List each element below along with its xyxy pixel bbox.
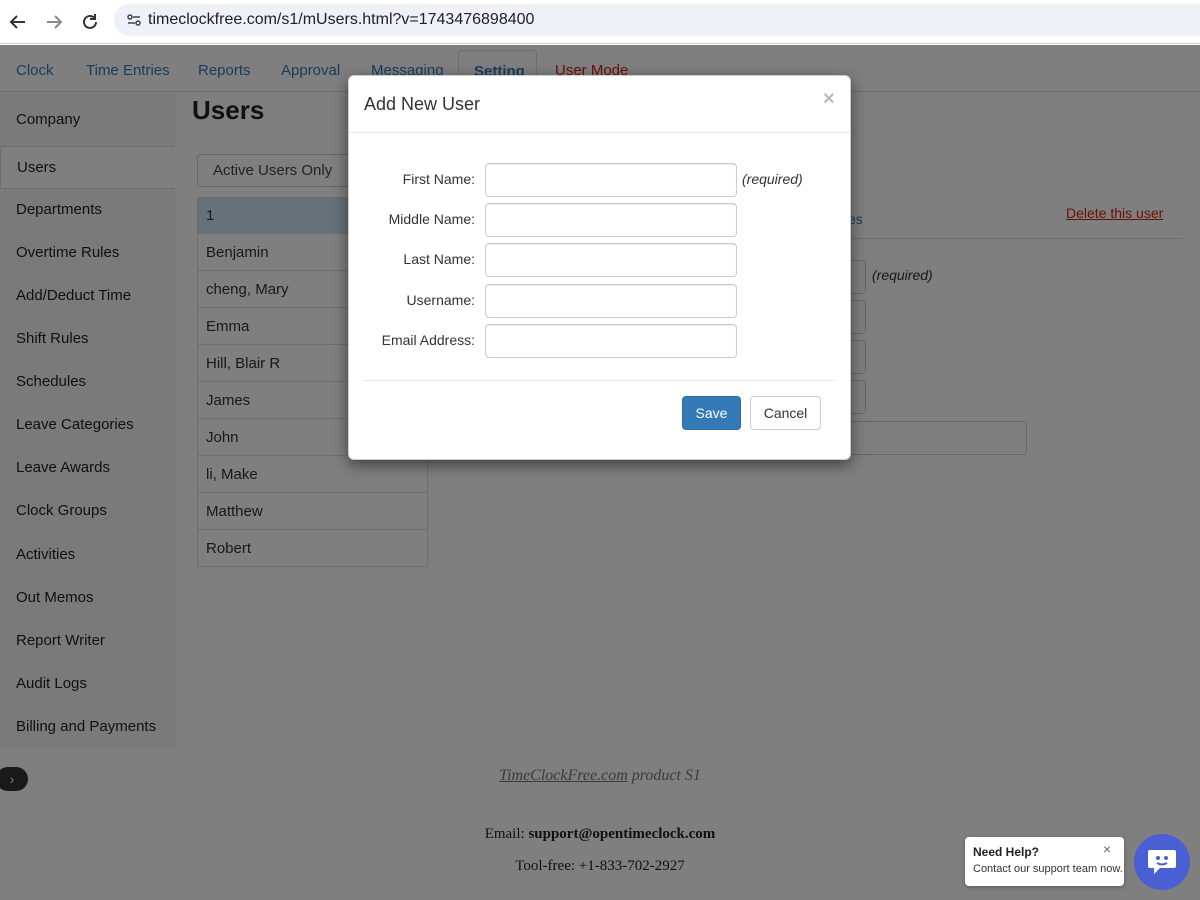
back-icon[interactable] [0, 4, 36, 40]
site-settings-icon[interactable] [120, 12, 148, 28]
middle-name-label: Middle Name: [388, 211, 475, 227]
required-note: (required) [742, 171, 803, 187]
chat-icon [1146, 846, 1178, 879]
close-icon[interactable]: × [823, 88, 835, 111]
help-title: Need Help? [973, 845, 1040, 859]
modal-title: Add New User [364, 94, 481, 114]
modal-header: Add New User × [349, 76, 850, 133]
reload-icon[interactable] [72, 4, 108, 40]
email-label: Email Address: [381, 332, 475, 348]
browser-toolbar: timeclockfree.com/s1/mUsers.html?v=17434… [0, 0, 1200, 44]
last-name-field[interactable] [485, 243, 737, 277]
last-name-label: Last Name: [403, 251, 475, 267]
add-user-modal: Add New User × First Name: (required) Mi… [348, 75, 851, 460]
url-text[interactable]: timeclockfree.com/s1/mUsers.html?v=17434… [148, 11, 534, 29]
middle-name-field[interactable] [485, 203, 737, 237]
email-field[interactable] [485, 324, 737, 358]
forward-icon[interactable] [36, 4, 72, 40]
help-card[interactable]: Need Help? Contact our support team now.… [965, 837, 1124, 886]
cancel-button[interactable]: Cancel [750, 396, 821, 430]
modal-footer-divider [364, 380, 835, 381]
first-name-label: First Name: [402, 171, 475, 187]
save-button[interactable]: Save [682, 396, 741, 430]
username-label: Username: [406, 292, 475, 308]
username-field[interactable] [485, 284, 737, 318]
address-bar[interactable]: timeclockfree.com/s1/mUsers.html?v=17434… [114, 4, 1200, 36]
help-close-icon[interactable]: × [1103, 841, 1111, 857]
help-subtitle: Contact our support team now. [973, 863, 1123, 875]
first-name-field[interactable] [485, 163, 737, 197]
chat-support-button[interactable] [1134, 834, 1190, 890]
